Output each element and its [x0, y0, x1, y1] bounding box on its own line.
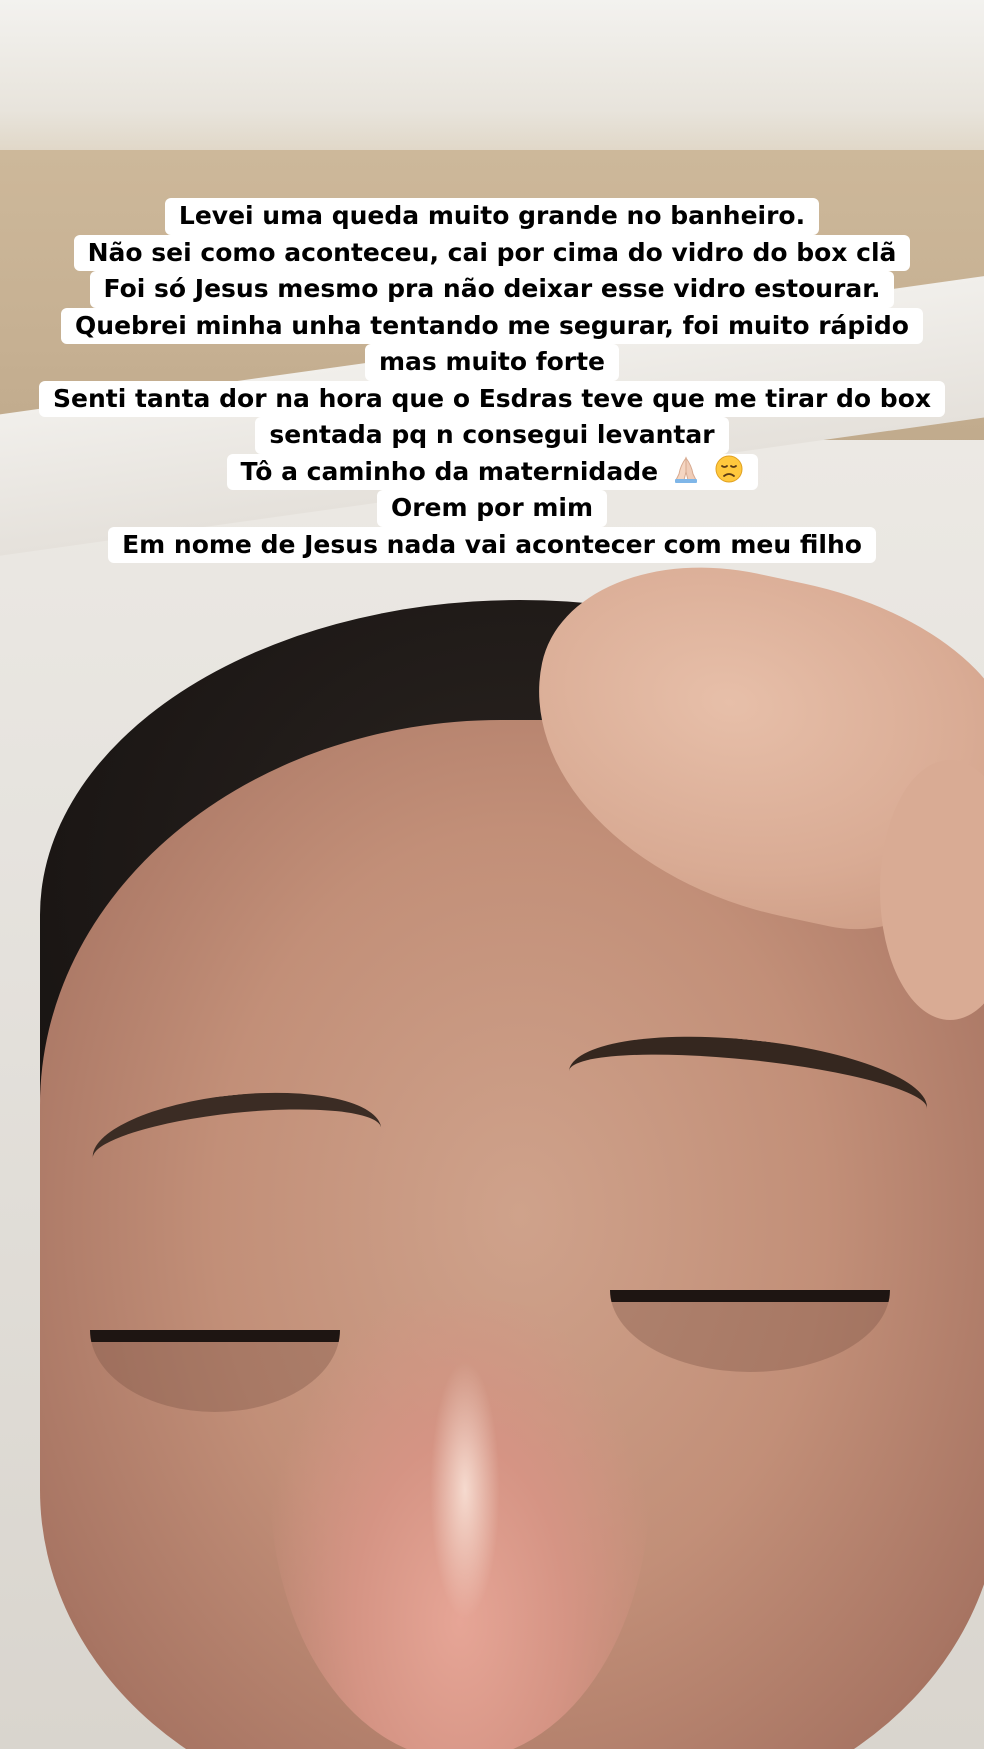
praying-hands-icon	[674, 455, 697, 483]
caption-line: sentada pq n consegui levantar	[255, 417, 729, 454]
caption-line: Levei uma queda muito grande no banheiro…	[164, 198, 820, 235]
disappointed-face-icon	[715, 455, 742, 482]
caption-line: Orem por mim	[376, 490, 608, 527]
story-view: Levei uma queda muito grande no banheiro…	[0, 0, 984, 1749]
caption-line: Em nome de Jesus nada vai acontecer com …	[108, 526, 876, 563]
caption-line: Quebrei minha unha tentando me segurar, …	[61, 307, 923, 344]
caption-line: Não sei como aconteceu, cai por cima do …	[73, 234, 911, 271]
caption-line: mas muito forte	[364, 344, 620, 381]
caption-line-text: Tô a caminho da maternidade	[240, 456, 659, 486]
caption-line-with-emojis: Tô a caminho da maternidade	[226, 453, 758, 490]
photo-nose-highlight	[430, 1360, 500, 1620]
story-caption: Levei uma queda muito grande no banheiro…	[0, 198, 984, 563]
caption-line: Senti tanta dor na hora que o Esdras tev…	[39, 380, 945, 417]
caption-line: Foi só Jesus mesmo pra não deixar esse v…	[89, 271, 895, 308]
